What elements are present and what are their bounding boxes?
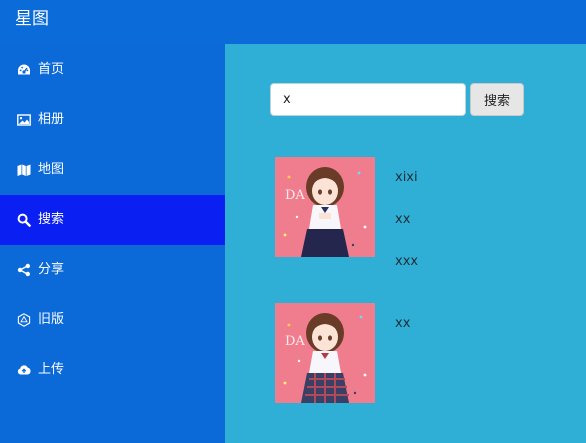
sidebar-item-label: 上传 [38, 362, 65, 377]
sidebar-item-upload[interactable]: 上传 [0, 345, 225, 395]
search-button[interactable]: 搜索 [470, 83, 524, 116]
share-icon [17, 263, 31, 277]
sidebar: 首页 相册 地图 搜索 分享 旧版 上传 [0, 44, 225, 443]
sidebar-item-album[interactable]: 相册 [0, 95, 225, 145]
dashboard-icon [17, 63, 31, 77]
sidebar-item-search[interactable]: 搜索 [0, 195, 225, 245]
hexagon-icon [17, 313, 31, 327]
search-icon [17, 213, 31, 227]
cloud-upload-icon [17, 363, 31, 377]
map-icon [17, 163, 31, 177]
result-thumbnail[interactable]: DA ILL [275, 157, 375, 257]
result-tag[interactable]: xixi [395, 170, 418, 186]
search-input[interactable] [270, 83, 466, 116]
sidebar-item-label: 搜索 [38, 212, 65, 227]
sidebar-item-share[interactable]: 分享 [0, 245, 225, 295]
top-bar: 星图 [0, 0, 586, 44]
image-icon [17, 113, 31, 127]
sidebar-item-label: 地图 [38, 162, 65, 177]
result-tag[interactable]: xx [395, 212, 410, 228]
sidebar-item-legacy[interactable]: 旧版 [0, 295, 225, 345]
main-content: 搜索 DA ILL xixi xx xxx [225, 44, 586, 443]
sidebar-item-label: 旧版 [38, 312, 65, 327]
sidebar-item-label: 相册 [38, 112, 65, 127]
sidebar-item-home[interactable]: 首页 [0, 45, 225, 95]
sidebar-item-label: 首页 [38, 62, 65, 77]
sidebar-item-map[interactable]: 地图 [0, 145, 225, 195]
result-thumbnail[interactable]: DA ILL [275, 303, 375, 403]
result-tag[interactable]: xx [395, 316, 410, 332]
sidebar-item-label: 分享 [38, 262, 65, 277]
result-tag[interactable]: xxx [395, 254, 418, 270]
app-title: 星图 [15, 9, 49, 29]
